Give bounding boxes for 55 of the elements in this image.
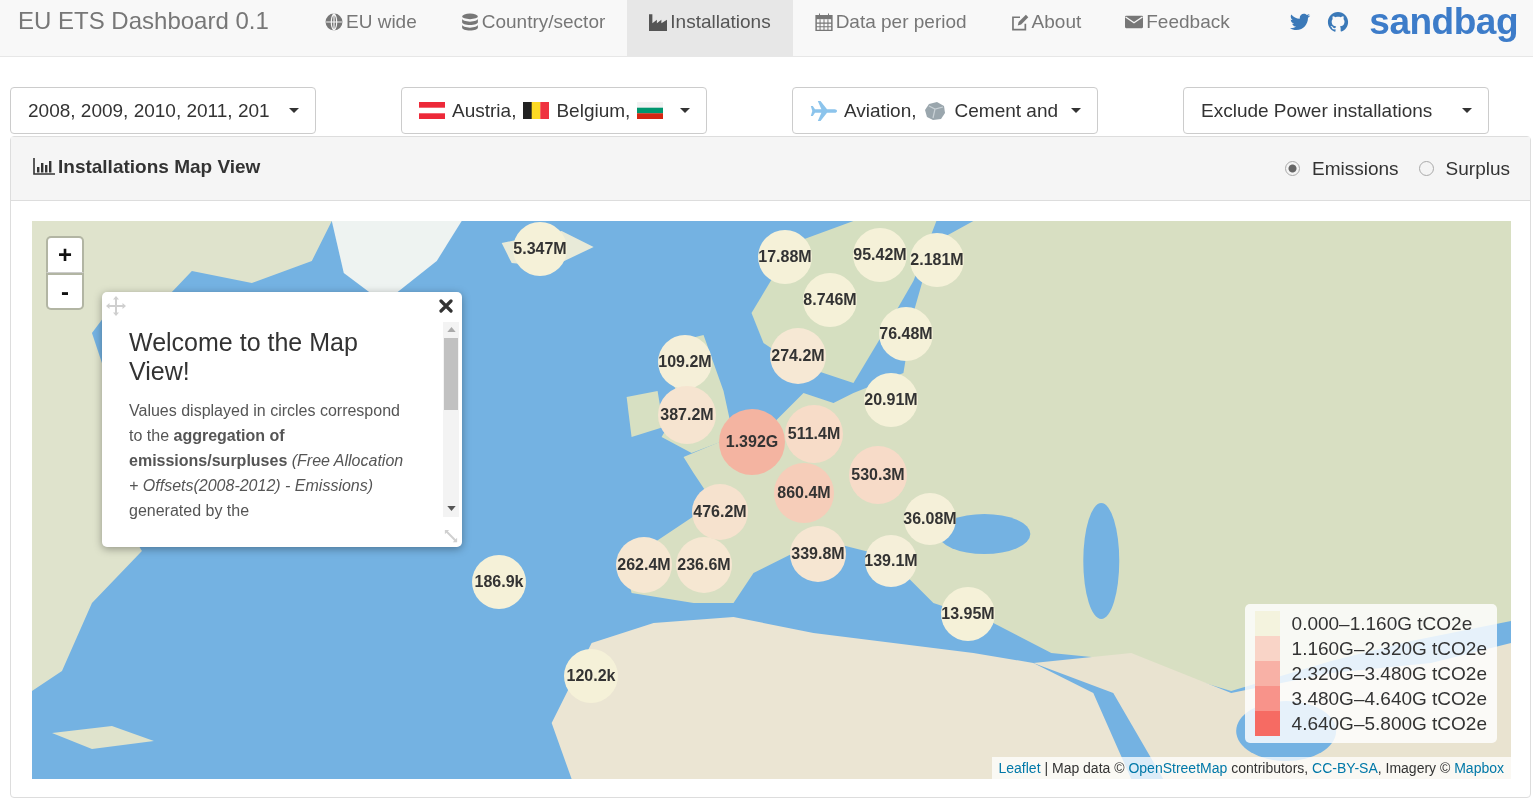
- globe-icon: [325, 13, 343, 31]
- nav-link[interactable]: Data per period: [792, 0, 989, 56]
- nav-link[interactable]: About: [988, 0, 1104, 56]
- scrollbar-track[interactable]: [443, 322, 459, 517]
- envelope-icon: [1125, 13, 1144, 31]
- database-icon: [460, 13, 479, 31]
- calendar-icon: [814, 13, 833, 31]
- stone-icon: [923, 100, 946, 121]
- flag-icon: [419, 102, 445, 119]
- nav-link[interactable]: EU wide: [303, 0, 439, 56]
- caret-icon: [289, 108, 299, 113]
- radio-button[interactable]: [1418, 161, 1434, 176]
- attribution-link[interactable]: OpenStreetMap: [1128, 760, 1228, 776]
- attribution-link[interactable]: CC-BY-SA: [1312, 760, 1378, 776]
- bar-chart-icon: [33, 158, 55, 175]
- attribution-link[interactable]: Mapbox: [1454, 760, 1504, 776]
- legend-label: 0.000–1.160G tCO2e: [1291, 612, 1473, 636]
- radio-label[interactable]: Emissions: [1312, 157, 1399, 180]
- edit-icon: [1010, 13, 1029, 31]
- move-arrows-icon[interactable]: [106, 296, 126, 316]
- radio-label[interactable]: Surplus: [1445, 157, 1510, 180]
- nav-link[interactable]: Feedback: [1103, 0, 1252, 56]
- nav-link[interactable]: Country/sector: [438, 0, 628, 56]
- zoom-in-button[interactable]: +: [46, 236, 84, 273]
- close-icon[interactable]: [439, 299, 453, 313]
- factory-icon: [649, 13, 668, 31]
- scrollbar-thumb[interactable]: [444, 338, 458, 410]
- airplane-icon: [810, 99, 838, 122]
- legend-label: 1.160G–2.320G tCO2e: [1291, 637, 1487, 661]
- dropdown-button[interactable]: Aviation, Cement and: [792, 87, 1098, 134]
- dropdown-button[interactable]: Exclude Power installations: [1183, 87, 1489, 134]
- resize-handle-icon[interactable]: [444, 529, 458, 543]
- brand-title[interactable]: EU ETS Dashboard 0.1: [0, 0, 303, 56]
- panel-title: Installations Map View: [58, 155, 261, 178]
- scroll-up-icon[interactable]: [446, 327, 456, 332]
- logo[interactable]: sandbag: [1369, 0, 1518, 43]
- dropdown-button[interactable]: Austria, Belgium,: [401, 87, 707, 134]
- caret-icon: [1462, 108, 1472, 113]
- caret-icon: [1071, 108, 1081, 113]
- attribution-link[interactable]: Leaflet: [998, 760, 1041, 776]
- caret-icon: [680, 108, 690, 113]
- popup-title: Welcome to the Map View!: [129, 328, 359, 386]
- flag-icon: [523, 102, 550, 119]
- legend-label: 4.640G–5.800G tCO2e: [1291, 712, 1487, 736]
- map-attribution: Leaflet | Map data © OpenStreetMap contributors, CC-BY-SA, Imagery © Mapbox: [991, 757, 1511, 779]
- legend-label: 3.480G–4.640G tCO2e: [1291, 687, 1487, 711]
- scroll-down-icon[interactable]: [446, 506, 456, 511]
- flag-icon: [637, 102, 664, 119]
- radio-button[interactable]: [1285, 161, 1300, 176]
- dropdown-button[interactable]: 2008, 2009, 2010, 2011, 201: [10, 87, 316, 134]
- github-cat-icon[interactable]: [1327, 10, 1350, 33]
- popup-text: Values displayed in circles correspond to the aggregation of emissions/surpluses (Free Allocation + Offsets(2008-2012) - Emissions) generated by the: [129, 401, 405, 521]
- zoom-out-button[interactable]: -: [46, 273, 84, 310]
- legend-label: 2.320G–3.480G tCO2e: [1291, 662, 1487, 686]
- nav-link[interactable]: Installations: [627, 0, 793, 56]
